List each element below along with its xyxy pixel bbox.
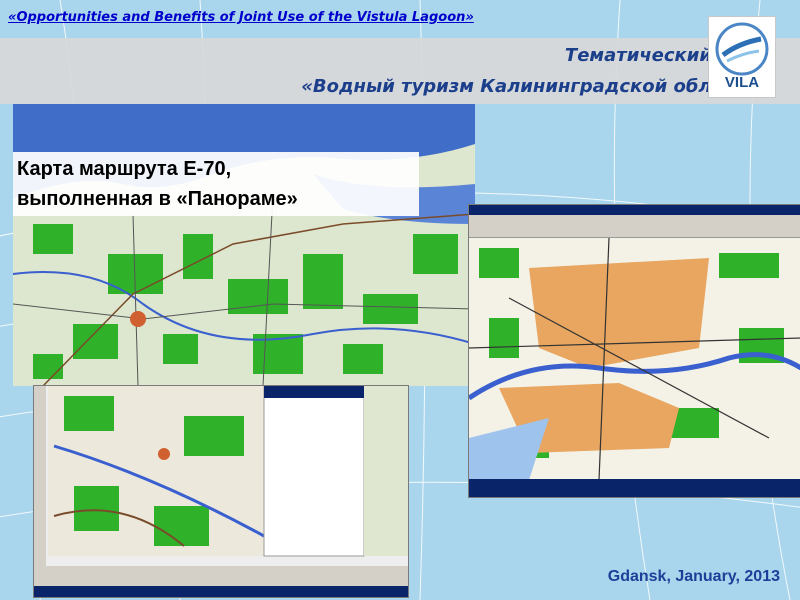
map-caption-line-2: выполненная в «Панораме» <box>17 188 298 210</box>
heading-line-1: Тематический <box>564 45 712 66</box>
city-map-view <box>469 238 800 480</box>
gis-window-city-map <box>468 204 800 498</box>
route-overview-map <box>13 104 475 386</box>
gis-toolbar[interactable] <box>469 215 800 238</box>
map-caption-line-1: Карта маршрута Е-70, <box>17 158 232 180</box>
logo-text: VILA <box>724 74 760 91</box>
project-title[interactable]: «Opportunities and Benefits of Joint Use… <box>8 10 474 25</box>
heading-line-2: «Водный туризм Калининградской области». <box>301 76 776 97</box>
logo-emblem-icon <box>715 22 769 76</box>
gis-window-titlebar <box>469 205 800 215</box>
taskbar[interactable] <box>469 479 800 497</box>
gis-window-object-properties <box>33 385 409 598</box>
vila-logo: VILA <box>708 16 776 98</box>
footer-location-date: Gdansk, January, 2013 <box>607 568 780 585</box>
